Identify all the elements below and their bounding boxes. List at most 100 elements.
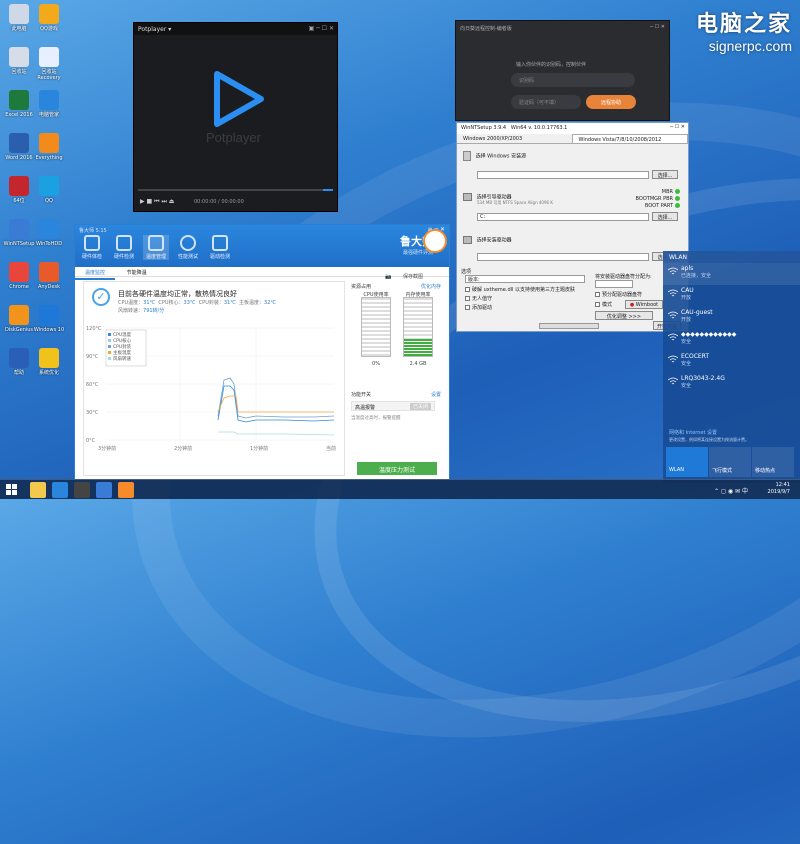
partner-id-input[interactable]: 识别码 <box>511 73 635 87</box>
clock[interactable]: 12:41 2019/9/7 <box>768 482 790 496</box>
remote-control-window[interactable]: 向日葵远程控制-编者版 ─ ☐ ✕ 输入你伙伴的识别码，控制伙伴 识别码 验证码… <box>455 20 670 121</box>
potplayer-title[interactable]: Potplayer ▾ <box>138 26 171 33</box>
option-preassign[interactable]: 预分配驱动器盘符 <box>595 291 642 298</box>
desktop-icon[interactable]: Chrome <box>2 262 36 290</box>
checkbox[interactable] <box>465 287 470 292</box>
checkbox[interactable] <box>465 296 470 301</box>
watermark-url: signerpc.com <box>708 38 792 54</box>
nav-temperature[interactable]: 温度管理 <box>143 235 169 260</box>
checkbox[interactable] <box>465 305 470 310</box>
network-item[interactable]: ◆◆◆◆◆◆◆◆◆◆◆◆ 安全 <box>663 329 800 351</box>
network-item[interactable]: ECOCERT 安全 <box>663 351 800 373</box>
option-mode[interactable]: 模式 <box>595 301 612 308</box>
potplayer-window[interactable]: Potplayer ▾ ▣ ─ ☐ ✕ Potplayer ▶ ■ ⏮ ⏭ ⏏ … <box>133 22 338 212</box>
eject-icon[interactable]: ⏏ <box>169 198 175 205</box>
alarm-toggle[interactable]: 已关闭 <box>409 403 431 410</box>
remote-titlebar[interactable]: 向日葵远程控制-编者版 ─ ☐ ✕ <box>456 21 669 35</box>
window-controls[interactable]: ▣ ─ ☐ ✕ <box>309 25 334 32</box>
desktop-icon[interactable]: 电脑管家 <box>32 90 66 118</box>
desktop-icon[interactable]: 此电脑 <box>2 4 36 32</box>
wnt-titlebar[interactable]: WinNTSetup 3.9.4 Win64 v. 10.0.17763.1 ─… <box>457 123 688 134</box>
nav-drivers[interactable]: 驱动检测 <box>207 235 233 260</box>
settings-link[interactable]: 设置 <box>431 391 441 398</box>
windows-start-icon[interactable] <box>6 484 18 496</box>
seek-bar[interactable] <box>138 189 333 191</box>
desktop-icon[interactable]: 系统优化 <box>32 348 66 376</box>
play-logo-icon[interactable] <box>209 68 267 130</box>
desktop-icon[interactable]: DiskGenius <box>2 305 36 333</box>
quick-tiles[interactable]: WLAN 飞行模式 移动热点 <box>666 447 795 477</box>
ludashi-nav[interactable]: 硬件体检 硬件检测 温度管理 性能测试 驱动检测 <box>79 235 239 260</box>
desktop-icon[interactable]: 帮助 <box>2 348 36 376</box>
edge-icon[interactable] <box>52 482 68 498</box>
wlan-flyout[interactable]: WLAN apls 已连接，安全 CAU 开放 CAU-guest 开放 ◆◆◆◆◆◆◆◆◆… <box>663 251 800 483</box>
network-list[interactable]: apls 已连接，安全 CAU 开放 CAU-guest 开放 ◆◆◆◆◆◆◆◆◆◆◆◆ 安全… <box>663 263 800 395</box>
network-item[interactable]: CAU-guest 开放 <box>663 307 800 329</box>
optimize-memory-link[interactable]: 优化内存 <box>421 283 441 290</box>
fan-readout: 风扇转速：791转/分 <box>118 307 164 314</box>
potplayer-taskbar-icon[interactable] <box>74 482 90 498</box>
option-drivers[interactable]: 添加驱动 <box>465 304 492 311</box>
system-tray[interactable]: ⌃ ◻ ◉ ✉ 中 <box>714 486 748 495</box>
checkbox[interactable] <box>595 292 600 297</box>
prev-icon[interactable]: ⏮ <box>154 198 159 205</box>
desktop-icon[interactable]: Word 2016 <box>2 133 36 161</box>
desktop-icon[interactable]: AnyDesk <box>32 262 66 290</box>
tab-temp-monitor[interactable]: 温度监控 <box>75 267 116 280</box>
tweaks-button[interactable]: 优化调整 >>> <box>595 311 653 320</box>
version-select[interactable]: 版本: <box>465 275 585 283</box>
source-browse-button[interactable]: 选择... <box>652 170 678 179</box>
play-icon[interactable]: ▶ <box>140 198 145 205</box>
wnt-title-version: Win64 v. 10.0.17763.1 <box>510 125 568 131</box>
winntsetup-window[interactable]: WinNTSetup 3.9.4 Win64 v. 10.0.17763.1 ─… <box>456 122 689 332</box>
window-controls[interactable]: ─ ☐ ✕ <box>670 124 685 130</box>
nav-hardware-check[interactable]: 硬件体检 <box>79 235 105 260</box>
desktop-icon[interactable]: QQ游戏 <box>32 4 66 32</box>
ludashi-subtabs[interactable]: 温度监控 节能降温 📷 保存截图 <box>75 267 449 280</box>
ludashi-window[interactable]: 鲁大师 5.15 ≡ ─ ✕ 硬件体检 硬件检测 温度管理 性能测试 驱动检测 … <box>74 224 450 480</box>
network-settings-link[interactable]: 网络和 Internet 设置 <box>669 429 717 436</box>
option-uxtheme[interactable]: 破解 uxtheme.dll 以支持使用第三方主题皮肤 <box>465 286 575 293</box>
desktop-icon[interactable]: QQ <box>32 176 66 204</box>
network-item[interactable]: apls 已连接，安全 <box>663 263 800 285</box>
desktop-icon[interactable]: Windows 10 <box>32 305 66 333</box>
nav-performance[interactable]: 性能测试 <box>175 235 201 260</box>
tile-hotspot[interactable]: 移动热点 <box>752 447 794 477</box>
window-controls[interactable]: ─ ☐ ✕ <box>650 24 665 30</box>
desktop-icon[interactable]: 回收站Recovery <box>32 47 66 81</box>
boot-browse-button[interactable]: 选择... <box>652 212 678 221</box>
file-explorer-icon[interactable] <box>30 482 46 498</box>
stress-test-button[interactable]: 温度压力测试 <box>357 462 437 475</box>
desktop-icon[interactable]: Excel 2016 <box>2 90 36 118</box>
connect-button[interactable]: 远程协助 <box>586 95 636 109</box>
nav-hardware-detect[interactable]: 硬件检测 <box>111 235 137 260</box>
desktop-icon[interactable]: Everything <box>32 133 66 161</box>
verification-code-input[interactable]: 验证码（可不填） <box>511 95 581 109</box>
potplayer-titlebar[interactable]: Potplayer ▾ ▣ ─ ☐ ✕ <box>134 23 337 35</box>
network-item[interactable]: LRQ3043-2.4G 安全 <box>663 373 800 395</box>
tile-airplane[interactable]: 飞行模式 <box>709 447 751 477</box>
playback-controls[interactable]: ▶ ■ ⏮ ⏭ ⏏ <box>140 198 174 206</box>
winntsetup-taskbar-icon[interactable] <box>96 482 112 498</box>
ludashi-taskbar-icon[interactable] <box>118 482 134 498</box>
network-item[interactable]: CAU 开放 <box>663 285 800 307</box>
tab-energy[interactable]: 节能降温 <box>117 267 157 278</box>
tab-vista[interactable]: Windows Vista/7/8/10/2008/2012 <box>571 134 688 143</box>
checkbox[interactable] <box>595 302 600 307</box>
desktop-icon[interactable]: 64位 <box>2 176 36 204</box>
desktop-icon[interactable]: 回收站 <box>2 47 36 75</box>
tile-wlan[interactable]: WLAN <box>666 447 708 477</box>
boot-drive-select[interactable]: C: <box>477 213 649 221</box>
desktop-icon[interactable]: WinToHDD <box>32 219 66 247</box>
source-path-input[interactable] <box>477 171 649 179</box>
next-icon[interactable]: ⏭ <box>161 198 166 205</box>
wimboot-button[interactable]: ● Wimboot <box>625 300 663 309</box>
volume-fill[interactable] <box>323 189 333 191</box>
mount-letter-select[interactable] <box>595 280 633 288</box>
stop-icon[interactable]: ■ <box>147 198 153 205</box>
install-drive-select[interactable] <box>477 253 649 261</box>
option-unattended[interactable]: 无人值守 <box>465 295 492 302</box>
desktop-icon[interactable]: WinNTSetup <box>2 219 36 247</box>
wnt-tabs[interactable]: Windows 2000/XP/2003 Windows Vista/7/8/1… <box>457 134 688 144</box>
tab-xp[interactable]: Windows 2000/XP/2003 <box>457 134 572 143</box>
